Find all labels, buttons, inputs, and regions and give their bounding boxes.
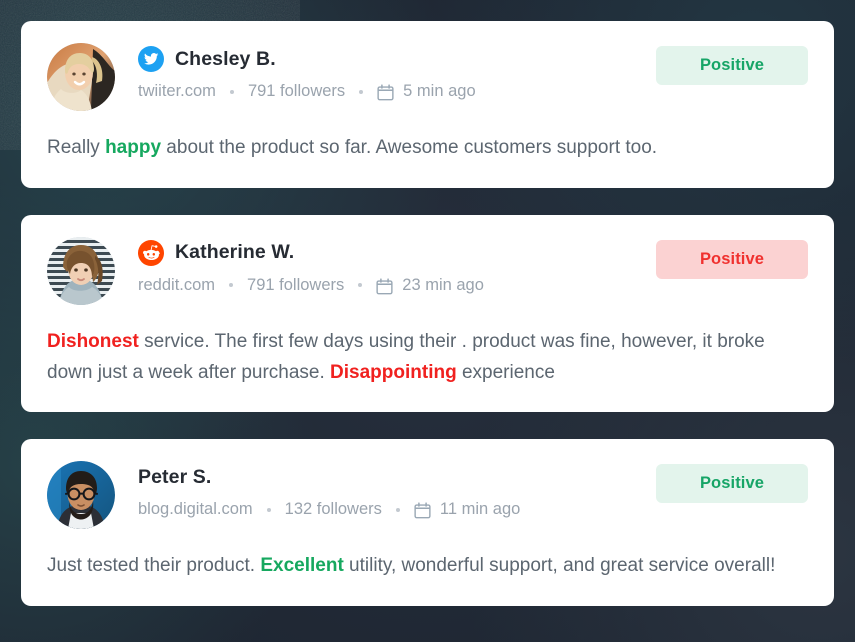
calendar-icon bbox=[414, 502, 431, 519]
social-feed: Chesley B. twiiter.com 791 followers 5 m… bbox=[0, 0, 855, 642]
post-source[interactable]: blog.digital.com bbox=[138, 500, 253, 519]
post-body: Just tested their product. Excellent uti… bbox=[47, 551, 808, 582]
post-body: Dishonest service. The first few days us… bbox=[47, 327, 808, 389]
post-timestamp: 23 min ago bbox=[402, 275, 484, 294]
meta-separator-dot bbox=[229, 283, 234, 288]
post-identity: Peter S. blog.digital.com 132 followers … bbox=[138, 461, 656, 519]
post-followers: 132 followers bbox=[284, 500, 382, 519]
post-source[interactable]: twiiter.com bbox=[138, 82, 216, 101]
post-body-plain: Just tested their product. bbox=[47, 555, 261, 577]
post-meta: reddit.com 791 followers 23 min ago bbox=[138, 276, 656, 295]
author-name: Peter S. bbox=[138, 465, 212, 488]
avatar bbox=[47, 43, 115, 111]
post-timestamp: 5 min ago bbox=[403, 82, 476, 100]
post-followers: 791 followers bbox=[247, 82, 346, 100]
avatar-woman-brunette bbox=[47, 237, 115, 305]
post-identity: Chesley B. twiiter.com 791 followers 5 m… bbox=[138, 43, 656, 101]
avatar bbox=[47, 461, 115, 530]
post-header: Peter S. blog.digital.com 132 followers … bbox=[47, 461, 808, 530]
calendar-icon bbox=[376, 278, 393, 295]
twitter-icon bbox=[138, 46, 164, 72]
post-body-highlight-negative: Dishonest bbox=[47, 330, 139, 352]
avatar bbox=[47, 236, 115, 305]
author-name: Chesley B. bbox=[175, 47, 276, 70]
author-name: Katherine W. bbox=[175, 241, 295, 264]
meta-separator-dot bbox=[266, 507, 271, 512]
post-identity: Katherine W. reddit.com 791 followers 23… bbox=[138, 237, 656, 295]
post-body-highlight-positive: Excellent bbox=[260, 555, 344, 577]
sentiment-badge[interactable]: Positive bbox=[656, 46, 808, 85]
post-card[interactable]: Peter S. blog.digital.com 132 followers … bbox=[21, 439, 834, 607]
meta-separator-dot bbox=[229, 89, 234, 94]
post-followers: 791 followers bbox=[247, 275, 345, 294]
post-card[interactable]: Chesley B. twiiter.com 791 followers 5 m… bbox=[21, 21, 834, 188]
post-name-row: Peter S. bbox=[138, 463, 656, 491]
meta-separator-dot bbox=[395, 507, 400, 512]
post-body: Really happy about the product so far. A… bbox=[47, 133, 808, 164]
post-body-plain: experience bbox=[456, 361, 555, 383]
reddit-icon bbox=[138, 240, 164, 266]
meta-separator-dot bbox=[358, 283, 363, 288]
post-body-plain: about the product so far. Awesome custom… bbox=[161, 137, 658, 158]
post-body-plain: Really bbox=[47, 137, 106, 158]
post-card[interactable]: Katherine W. reddit.com 791 followers 23… bbox=[21, 214, 834, 413]
calendar-icon bbox=[377, 84, 394, 101]
sentiment-badge[interactable]: Positive bbox=[656, 464, 808, 504]
post-body-highlight-positive: happy bbox=[105, 137, 162, 158]
avatar-woman-blonde bbox=[47, 43, 115, 111]
post-body-plain: utility, wonderful support, and great se… bbox=[343, 555, 776, 577]
post-source[interactable]: reddit.com bbox=[138, 276, 215, 295]
post-meta: blog.digital.com 132 followers 11 min ag… bbox=[138, 500, 656, 519]
post-header: Chesley B. twiiter.com 791 followers 5 m… bbox=[47, 43, 808, 111]
post-meta: twiiter.com 791 followers 5 min ago bbox=[138, 82, 656, 101]
avatar-man-glasses bbox=[47, 461, 115, 529]
sentiment-badge[interactable]: Positive bbox=[656, 239, 808, 279]
post-name-row: Katherine W. bbox=[138, 239, 656, 267]
meta-separator-dot bbox=[359, 89, 364, 94]
post-timestamp: 11 min ago bbox=[439, 500, 521, 519]
post-header: Katherine W. reddit.com 791 followers 23… bbox=[47, 236, 808, 305]
post-body-highlight-negative: Disappointing bbox=[330, 361, 457, 383]
post-name-row: Chesley B. bbox=[138, 45, 656, 73]
